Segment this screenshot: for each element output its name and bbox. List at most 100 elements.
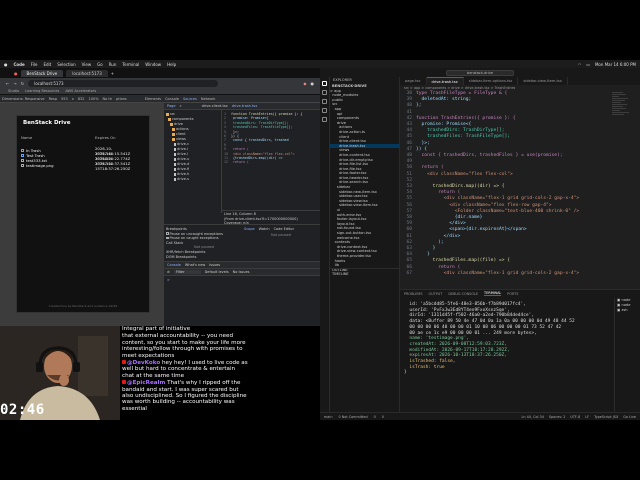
terminal-item-zsh[interactable]: ▣ zsh xyxy=(617,308,640,313)
code-editor-tab[interactable]: Code Editor xyxy=(274,227,294,231)
devtools-tab-elements[interactable]: Elements xyxy=(145,97,161,101)
menu-terminal[interactable]: Terminal xyxy=(122,62,139,67)
console-toolbar: ⊘ Filter Default levels No Issues xyxy=(164,269,320,276)
stream-overlay: 02:46 Integral part of initiative that e… xyxy=(0,326,320,420)
search-icon[interactable] xyxy=(322,90,327,95)
forward-icon[interactable]: → xyxy=(13,81,16,86)
watch-tab[interactable]: Watch xyxy=(259,227,270,231)
wifi-icon[interactable]: ◠ xyxy=(578,62,582,67)
errors-count[interactable]: 0 xyxy=(374,415,376,419)
drawer-tab-whatsnew[interactable]: What's new xyxy=(185,263,205,267)
source-control-icon[interactable] xyxy=(322,99,327,104)
console-prompt[interactable]: > xyxy=(164,276,320,284)
code-editor[interactable]: 38 type TrashFileType = FileType & {39 de… xyxy=(400,91,640,289)
go-live-button[interactable]: Go Live xyxy=(623,415,636,419)
editor-tab-drive-trash[interactable]: drive-trash.tsx xyxy=(426,77,464,85)
browser-tab-drive[interactable]: BenStack Drive xyxy=(20,69,64,77)
language-mode[interactable]: TypeScript JSX xyxy=(594,415,618,419)
menu-edit[interactable]: Edit xyxy=(43,62,51,67)
cursor-position[interactable]: Ln 44, Col 34 xyxy=(522,415,544,419)
extension-icon[interactable]: ◆ xyxy=(303,81,306,86)
encoding[interactable]: UTF-8 xyxy=(570,415,580,419)
app-title: BenStack Drive xyxy=(23,120,71,126)
terminal-output[interactable]: id: 'a5bcdd85-5fe6-48e3-856b-f7b89d017fc… xyxy=(404,302,609,376)
explorer-icon[interactable] xyxy=(322,81,327,86)
window-controls-icon[interactable]: ● xyxy=(14,71,18,76)
console-filter-input[interactable]: Filter xyxy=(173,270,201,274)
bookmark-learning[interactable]: Learning Resources xyxy=(25,89,59,93)
menu-window[interactable]: Window xyxy=(145,62,161,67)
device-throttle[interactable]: No th xyxy=(103,97,112,101)
branch-status[interactable]: main xyxy=(324,415,332,419)
minimap[interactable] xyxy=(612,91,630,281)
terminal-list: ▣ node ▣ node ▣ zsh xyxy=(614,298,640,413)
battery-icon[interactable]: ▭ xyxy=(586,62,590,67)
panel-tab-debug[interactable]: DEBUG CONSOLE xyxy=(448,292,478,296)
menubar-clock[interactable]: Mon Mar 14 6:00 PM xyxy=(595,62,636,67)
editor-tab-sidebar-view[interactable]: sidebar-view-item.tsx xyxy=(518,77,568,85)
dom-breakpoints-header[interactable]: DOM Breakpoints xyxy=(166,255,242,260)
bookmark-aws[interactable]: AWS Accelerators xyxy=(65,89,96,93)
column-name[interactable]: Name xyxy=(21,135,32,140)
tree-item[interactable]: drive-s xyxy=(166,177,219,182)
panel-tab-output[interactable]: OUTPUT xyxy=(429,292,443,296)
clear-console-icon[interactable]: ⊘ xyxy=(167,270,170,274)
reload-icon[interactable]: ↻ xyxy=(21,81,24,86)
sources-file-client[interactable]: drive-client.tsx xyxy=(202,104,228,108)
device-dimensions[interactable]: Dimensions: Responsive xyxy=(2,97,45,101)
table-row[interactable]: testimage.png 2026-10-15T18:37:26.250Z xyxy=(21,161,145,171)
drawer-tab-issues[interactable]: Issues xyxy=(209,263,220,267)
menu-go[interactable]: Go xyxy=(97,62,103,67)
device-options[interactable]: ptions xyxy=(116,97,127,101)
scope-tab[interactable]: Scope xyxy=(244,227,255,231)
code-text: <div className="flex-1 grid grid-cols-2 … xyxy=(416,270,580,276)
commit-status[interactable]: 0 Not Committed xyxy=(338,415,367,419)
sources-code-view[interactable]: 1 function TrashEntries({ promise }: { 2 … xyxy=(222,110,320,210)
menu-help[interactable]: Help xyxy=(167,62,176,67)
console-issues-count[interactable]: No Issues xyxy=(233,270,250,274)
extensions-icon[interactable] xyxy=(322,117,327,122)
timeline-section[interactable]: TIMELINE xyxy=(330,272,399,277)
menu-selection[interactable]: Selection xyxy=(57,62,75,67)
warnings-count[interactable]: 0 xyxy=(382,415,384,419)
bookmark-studio[interactable]: Studio xyxy=(8,89,19,93)
address-bar[interactable]: localhost:5173 xyxy=(28,79,219,87)
sources-tab-more[interactable]: » xyxy=(179,104,181,108)
folder-icon xyxy=(172,133,175,136)
column-expires[interactable]: Expires On xyxy=(95,135,145,140)
browser-tab-localhost[interactable]: localhost:5173 xyxy=(66,69,108,77)
panel-tab-problems[interactable]: PROBLEMS xyxy=(404,292,423,296)
menu-view[interactable]: View xyxy=(82,62,92,67)
device-width[interactable]: 553 xyxy=(61,97,68,101)
command-center-search[interactable]: benstack-drive xyxy=(445,69,514,76)
sources-file-trash[interactable]: drive-trash.tsx xyxy=(232,104,258,108)
device-zoom[interactable]: 100% xyxy=(89,97,99,101)
menu-run[interactable]: Run xyxy=(109,62,117,67)
menu-app-name[interactable]: Code xyxy=(14,62,25,67)
back-icon[interactable]: ← xyxy=(6,81,9,86)
indentation[interactable]: Spaces: 2 xyxy=(549,415,565,419)
apple-icon[interactable]: ● xyxy=(4,62,8,67)
checkbox-icon[interactable] xyxy=(166,236,169,240)
devtools-tab-network[interactable]: Network xyxy=(201,97,216,101)
device-mode[interactable]: Resp xyxy=(49,97,57,101)
run-debug-icon[interactable] xyxy=(322,108,327,113)
tree-label: lib xyxy=(330,263,339,268)
drawer-tab-console[interactable]: Console xyxy=(167,263,181,267)
device-height[interactable]: 832 xyxy=(78,97,85,101)
line-ending[interactable]: LF xyxy=(585,415,589,419)
new-tab-icon[interactable]: + xyxy=(111,71,114,76)
editor-tab-sidebar-options[interactable]: sidebar-item-options.tsx xyxy=(464,77,519,85)
devtools-tab-sources[interactable]: Sources xyxy=(183,97,197,101)
panel-tab-terminal[interactable]: TERMINAL xyxy=(484,291,502,296)
editor-tab-page[interactable]: page.tsx xyxy=(400,77,427,85)
checkbox-icon[interactable] xyxy=(166,232,169,235)
menu-file[interactable]: File xyxy=(31,62,38,67)
devtools-tab-console[interactable]: Console xyxy=(165,97,179,101)
terminal-line: } xyxy=(404,370,407,376)
sources-tab-page[interactable]: Page xyxy=(167,104,175,108)
console-levels-select[interactable]: Default levels xyxy=(205,270,229,274)
profile-icon[interactable]: ● xyxy=(311,81,315,86)
panel-tab-ports[interactable]: PORTS xyxy=(507,292,518,296)
folder-icon xyxy=(168,118,171,121)
